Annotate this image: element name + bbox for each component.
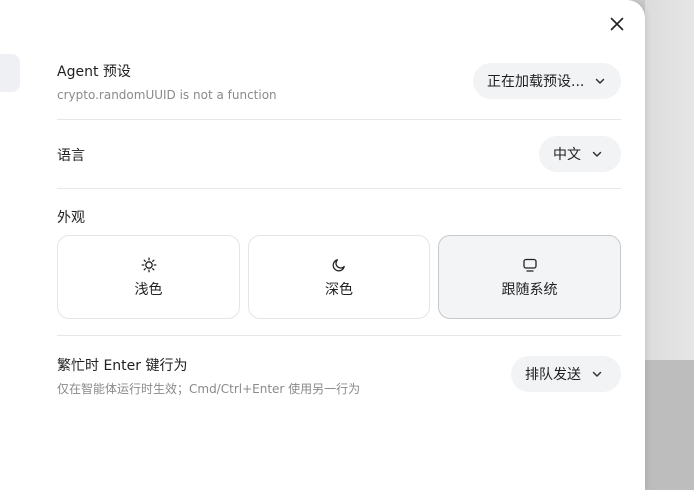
busy-enter-title: 繁忙时 Enter 键行为 [57, 358, 188, 374]
close-icon [610, 17, 624, 31]
theme-option-label: 浅色 [134, 281, 163, 298]
busy-enter-dropdown[interactable]: 排队发送 [511, 356, 621, 392]
divider [57, 119, 621, 120]
appearance-title: 外观 [57, 210, 85, 226]
agent-preset-title: Agent 预设 [57, 64, 131, 80]
language-dropdown[interactable]: 中文 [539, 136, 621, 172]
agent-preset-dropdown-label: 正在加载预设... [487, 74, 585, 90]
agent-preset-dropdown[interactable]: 正在加载预设... [473, 63, 621, 99]
language-title: 语言 [57, 148, 85, 164]
chevron-down-icon [591, 368, 603, 380]
monitor-icon [522, 256, 538, 274]
language-dropdown-label: 中文 [553, 147, 581, 163]
close-button[interactable] [604, 11, 630, 37]
settings-panel: Agent 预设 crypto.randomUUID is not a func… [0, 0, 645, 490]
chevron-down-icon [594, 75, 606, 87]
busy-enter-dropdown-label: 排队发送 [525, 367, 581, 383]
divider [57, 335, 621, 336]
theme-option-system[interactable]: 跟随系统 [438, 235, 621, 319]
theme-option-label: 深色 [325, 281, 353, 298]
moon-icon [331, 256, 347, 274]
agent-preset-error: crypto.randomUUID is not a function [57, 88, 277, 102]
busy-enter-hint: 仅在智能体运行时生效；Cmd/Ctrl+Enter 使用另一行为 [57, 382, 361, 396]
backdrop-shade [645, 360, 694, 490]
theme-option-label: 跟随系统 [501, 281, 558, 298]
sun-icon [141, 256, 157, 274]
chevron-down-icon [591, 148, 603, 160]
theme-option-dark[interactable]: 深色 [248, 235, 430, 319]
divider [57, 188, 621, 189]
theme-option-light[interactable]: 浅色 [57, 235, 240, 319]
background-nav-item[interactable] [0, 54, 20, 92]
